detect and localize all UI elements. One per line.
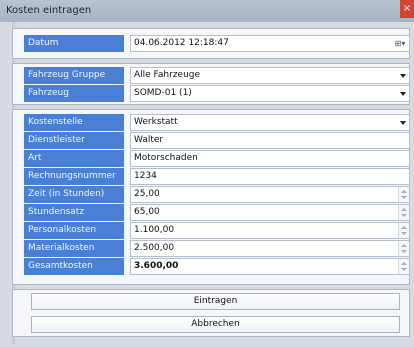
rechnungsnummer-input[interactable]: 1234	[130, 168, 410, 185]
close-button[interactable]: ×	[400, 0, 414, 18]
stundensatz-input[interactable]: 65,00	[130, 204, 410, 221]
chevron-down-icon[interactable]	[400, 92, 406, 96]
window-title: Kosten eintragen	[6, 5, 92, 16]
kostenstelle-select[interactable]: Werkstatt	[130, 114, 410, 131]
kostenstelle-row: Kostenstelle Werkstatt	[24, 114, 410, 131]
personalkosten-value: 1.100,00	[134, 225, 175, 235]
materialkosten-input[interactable]: 2.500,00	[130, 240, 410, 257]
fahrzeug-row: Fahrzeug SOMD-01 (1)	[24, 85, 410, 102]
gesamtkosten-label: Gesamtkosten	[24, 258, 124, 275]
spin-button-icon[interactable]	[398, 205, 409, 220]
dienstleister-row: Dienstleister Walter	[24, 132, 410, 149]
spin-button-icon[interactable]	[398, 223, 409, 238]
personalkosten-input[interactable]: 1.100,00	[130, 222, 410, 239]
fahrzeug-select[interactable]: SOMD-01 (1)	[130, 85, 410, 102]
datum-value: 04.06.2012 12:18:47	[134, 38, 229, 48]
materialkosten-value: 2.500,00	[134, 243, 175, 253]
dienstleister-input[interactable]: Walter	[130, 132, 410, 149]
fahrzeug-label: Fahrzeug	[24, 85, 124, 102]
rechnungsnummer-label: Rechnungsnummer	[24, 168, 124, 185]
chevron-down-icon[interactable]	[400, 74, 406, 78]
stundensatz-value: 65,00	[134, 207, 160, 217]
fahrzeug-gruppe-row: Fahrzeug Gruppe Alle Fahrzeuge	[24, 67, 410, 84]
zeit-label: Zeit (in Stunden)	[24, 186, 124, 203]
rechnungsnummer-row: Rechnungsnummer 1234	[24, 168, 410, 185]
calendar-dropdown-icon[interactable]: ⊞▾	[393, 38, 407, 49]
zeit-input[interactable]: 25,00	[130, 186, 410, 203]
fahrzeug-value: SOMD-01 (1)	[134, 88, 192, 98]
kostenstelle-label: Kostenstelle	[24, 114, 124, 131]
datum-field[interactable]: 04.06.2012 12:18:47 ⊞▾	[130, 35, 410, 52]
fahrzeug-gruppe-value: Alle Fahrzeuge	[134, 70, 201, 80]
eintragen-button[interactable]: Eintragen	[31, 293, 400, 310]
kostenstelle-value: Werkstatt	[134, 117, 178, 127]
personalkosten-label: Personalkosten	[24, 222, 124, 239]
abbrechen-button[interactable]: Abbrechen	[31, 316, 400, 333]
stundensatz-row: Stundensatz 65,00	[24, 204, 410, 221]
zeit-row: Zeit (in Stunden) 25,00	[24, 186, 410, 203]
dialog-window: Kosten eintragen × Datum 04.06.2012 12:1…	[0, 0, 414, 347]
art-label: Art	[24, 150, 124, 167]
gesamtkosten-value: 3.600,00	[130, 258, 410, 275]
fahrzeug-gruppe-select[interactable]: Alle Fahrzeuge	[130, 67, 410, 84]
dienstleister-label: Dienstleister	[24, 132, 124, 149]
art-row: Art Motorschaden	[24, 150, 410, 167]
materialkosten-label: Materialkosten	[24, 240, 124, 257]
materialkosten-row: Materialkosten 2.500,00	[24, 240, 410, 257]
gesamtkosten-amount: 3.600,00	[134, 261, 179, 271]
spin-button-icon	[398, 259, 409, 274]
stundensatz-label: Stundensatz	[24, 204, 124, 221]
zeit-value: 25,00	[134, 189, 160, 199]
fahrzeug-gruppe-label: Fahrzeug Gruppe	[24, 67, 124, 84]
gesamtkosten-row: Gesamtkosten 3.600,00	[24, 258, 410, 275]
title-bar[interactable]: Kosten eintragen ×	[0, 0, 414, 22]
datum-row: Datum 04.06.2012 12:18:47 ⊞▾	[24, 35, 410, 52]
art-input[interactable]: Motorschaden	[130, 150, 410, 167]
personalkosten-row: Personalkosten 1.100,00	[24, 222, 410, 239]
datum-label: Datum	[24, 35, 124, 52]
spin-button-icon[interactable]	[398, 241, 409, 256]
chevron-down-icon[interactable]	[400, 121, 406, 125]
spin-button-icon[interactable]	[398, 187, 409, 202]
